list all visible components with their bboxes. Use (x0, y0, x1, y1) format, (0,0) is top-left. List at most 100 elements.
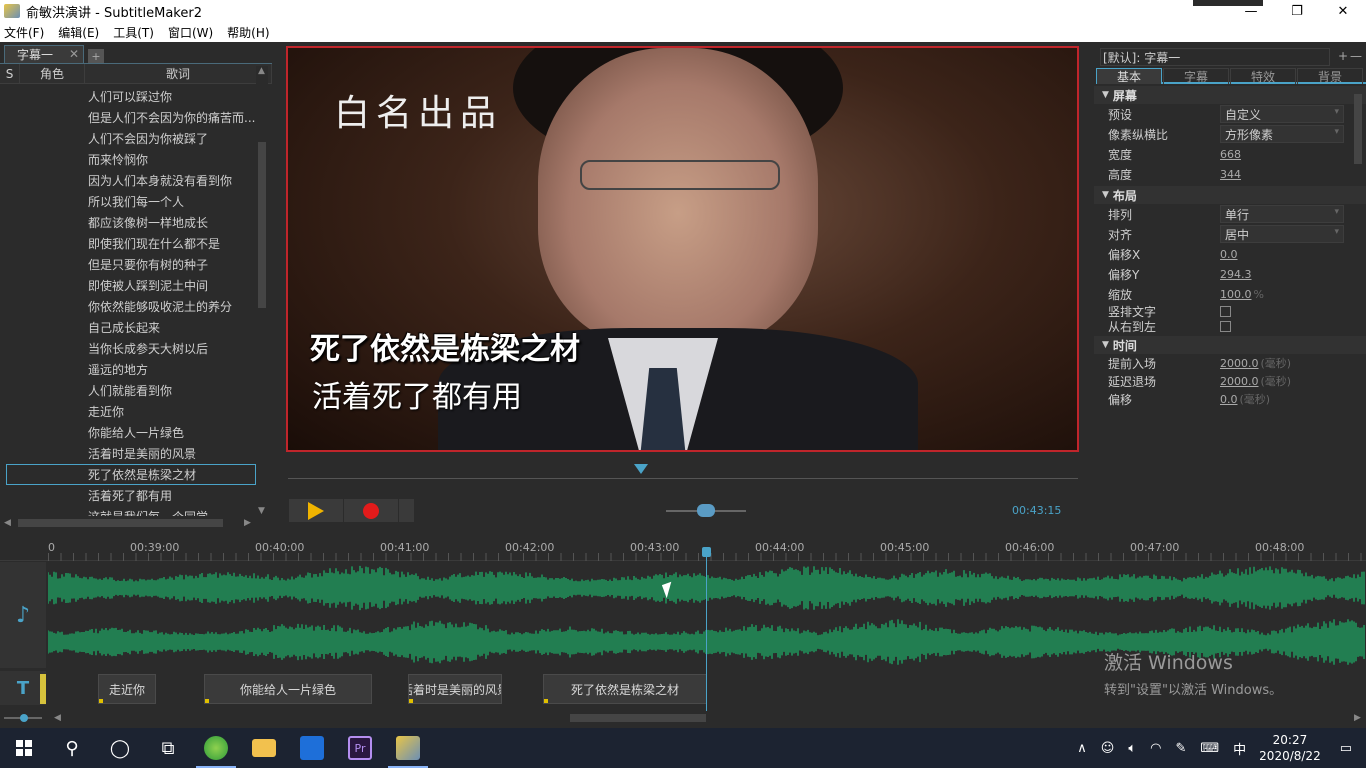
column-s[interactable]: S (0, 64, 20, 83)
user-icon[interactable]: ☺ (1101, 741, 1115, 756)
vertical-text-checkbox[interactable] (1220, 306, 1231, 317)
lyric-row[interactable]: 你依然能够吸收泥土的养分 (0, 296, 256, 317)
arrange-select[interactable]: 单行 (1220, 205, 1344, 223)
clock[interactable]: 20:27 2020/8/22 (1259, 732, 1321, 764)
subtitle-block[interactable]: 活着时是美丽的风景 (408, 674, 502, 704)
lyric-row[interactable]: 但是只要你有树的种子 (0, 254, 256, 275)
maximize-button[interactable]: ❐ (1274, 0, 1320, 22)
lyric-row[interactable]: 遥远的地方 (0, 359, 256, 380)
tab-basic[interactable]: 基本 (1096, 68, 1162, 84)
scroll-thumb[interactable] (258, 142, 266, 308)
tab-background[interactable]: 背景 (1297, 68, 1363, 84)
close-icon[interactable]: ✕ (69, 47, 79, 61)
timeline-zoom-slider[interactable] (4, 714, 42, 722)
lyric-row[interactable]: 因为人们本身就没有看到你 (0, 170, 256, 191)
width-value[interactable]: 668 (1220, 148, 1241, 161)
scroll-left-icon[interactable]: ◀ (4, 518, 11, 528)
lyric-row[interactable]: 但是人们不会因为你的痛苦而... (0, 107, 256, 128)
column-lyric[interactable]: 歌词 (85, 64, 272, 83)
minimize-button[interactable]: — (1228, 0, 1274, 22)
scroll-right-icon[interactable]: ▶ (1354, 713, 1361, 723)
video-app-icon[interactable] (288, 728, 336, 768)
premiere-icon[interactable]: Pr (336, 728, 384, 768)
scroll-down-icon[interactable]: ▼ (258, 506, 265, 516)
lyric-row[interactable]: 走近你 (0, 401, 256, 422)
subtitle-block[interactable]: 走近你 (98, 674, 156, 704)
menu-file[interactable]: 文件(F) (4, 24, 44, 41)
tab-subtitle-one[interactable]: 字幕一 ✕ (4, 45, 84, 63)
task-view-icon[interactable]: ⧉ (144, 728, 192, 768)
cortana-icon[interactable]: ◯ (96, 728, 144, 768)
lyric-row[interactable]: 你能给人一片绿色 (0, 422, 256, 443)
lyric-row[interactable]: 人们可以踩过你 (0, 86, 256, 107)
notification-icon[interactable]: ▭ (1340, 741, 1352, 756)
subtitle-block[interactable]: 你能给人一片绿色 (204, 674, 372, 704)
scroll-thumb[interactable] (1354, 94, 1362, 164)
menu-window[interactable]: 窗口(W) (168, 24, 213, 41)
playhead[interactable] (706, 549, 707, 719)
lyric-row[interactable]: 人们就能看到你 (0, 380, 256, 401)
keyboard-icon[interactable]: ⌨ (1200, 741, 1219, 756)
scroll-thumb[interactable] (570, 714, 706, 722)
lyric-row[interactable]: 自己成长起来 (0, 317, 256, 338)
column-role[interactable]: 角色 (20, 64, 85, 83)
lead-in-value[interactable]: 2000.0 (1220, 357, 1259, 370)
section-screen[interactable]: ▼ 屏幕 (1094, 86, 1366, 104)
lyric-row[interactable]: 所以我们每一个人 (0, 191, 256, 212)
lyric-row[interactable]: 死了依然是栋梁之材 (6, 464, 256, 485)
lyric-row[interactable]: 活着死了都有用 (0, 485, 256, 506)
offset-y-value[interactable]: 294.3 (1220, 268, 1252, 281)
preset-select[interactable]: 自定义 (1220, 105, 1344, 123)
seek-marker-icon[interactable] (634, 464, 648, 474)
browser-app-icon[interactable] (192, 728, 240, 768)
scroll-thumb[interactable] (18, 519, 223, 527)
timeline-scrollbar[interactable]: ◀ ▶ (0, 711, 1366, 725)
lyric-row[interactable]: 当你长成参天大树以后 (0, 338, 256, 359)
lyric-row[interactable]: 都应该像树一样地成长 (0, 212, 256, 233)
subtitle-block[interactable]: 死了依然是栋梁之材 (543, 674, 707, 704)
lyric-row[interactable]: 活着时是美丽的风景 (0, 443, 256, 464)
pen-icon[interactable]: ✎ (1175, 741, 1186, 756)
lyric-row[interactable]: 即使被人踩到泥土中间 (0, 275, 256, 296)
scale-value[interactable]: 100.0 (1220, 288, 1252, 301)
volume-slider-knob[interactable] (697, 504, 715, 517)
tray-expand-icon[interactable]: ∧ (1077, 741, 1087, 756)
lyric-row[interactable]: 而来怜悯你 (0, 149, 256, 170)
scroll-up-icon[interactable]: ▲ (258, 66, 265, 76)
menu-edit[interactable]: 编辑(E) (58, 24, 99, 41)
menu-tools[interactable]: 工具(T) (113, 24, 154, 41)
ime-indicator[interactable]: 中 (1233, 739, 1246, 758)
zoom-knob[interactable] (20, 714, 28, 722)
list-vertical-scrollbar[interactable]: ▲ ▼ (256, 66, 268, 516)
time-ruler[interactable]: 0 00:39:00 00:40:00 00:41:00 00:42:00 00:43:0… (0, 535, 1366, 561)
offset-x-value[interactable]: 0.0 (1220, 248, 1238, 261)
lyric-row[interactable]: 即使我们现在什么都不是 (0, 233, 256, 254)
remove-style-icon[interactable]: — (1350, 49, 1362, 63)
search-icon[interactable]: ⚲ (48, 728, 96, 768)
tab-effects[interactable]: 特效 (1230, 68, 1296, 84)
add-style-icon[interactable]: + (1338, 49, 1348, 63)
video-preview[interactable]: 白名出品 死了依然是栋梁之材 活着死了都有用 (286, 46, 1079, 452)
network-icon[interactable]: ◠ (1150, 741, 1161, 756)
add-tab-button[interactable]: + (88, 49, 104, 63)
tab-subtitle[interactable]: 字幕 (1163, 68, 1229, 84)
subtitlemaker-app-icon[interactable] (384, 728, 432, 768)
volume-icon[interactable]: 🔈︎ (1128, 741, 1136, 756)
list-horizontal-scrollbar[interactable]: ◀ ▶ (0, 516, 256, 530)
scroll-left-icon[interactable]: ◀ (54, 713, 61, 723)
scroll-right-icon[interactable]: ▶ (244, 518, 251, 528)
seek-bar[interactable] (288, 478, 1078, 479)
rtl-checkbox[interactable] (1220, 321, 1231, 332)
lyric-row[interactable]: 人们不会因为你被踩了 (0, 128, 256, 149)
record-button[interactable] (344, 499, 399, 522)
align-select[interactable]: 居中 (1220, 225, 1344, 243)
section-time[interactable]: ▼ 时间 (1094, 336, 1366, 354)
menu-help[interactable]: 帮助(H) (227, 24, 269, 41)
close-button[interactable]: ✕ (1320, 0, 1366, 22)
lyric-row[interactable]: 这就是我们每一个同学 (0, 506, 256, 516)
file-explorer-icon[interactable] (240, 728, 288, 768)
style-preset-dropdown[interactable]: [默认]: 字幕一 (1100, 48, 1330, 66)
section-layout[interactable]: ▼ 布局 (1094, 186, 1366, 204)
time-offset-value[interactable]: 0.0 (1220, 393, 1238, 406)
properties-scrollbar[interactable] (1352, 94, 1364, 530)
